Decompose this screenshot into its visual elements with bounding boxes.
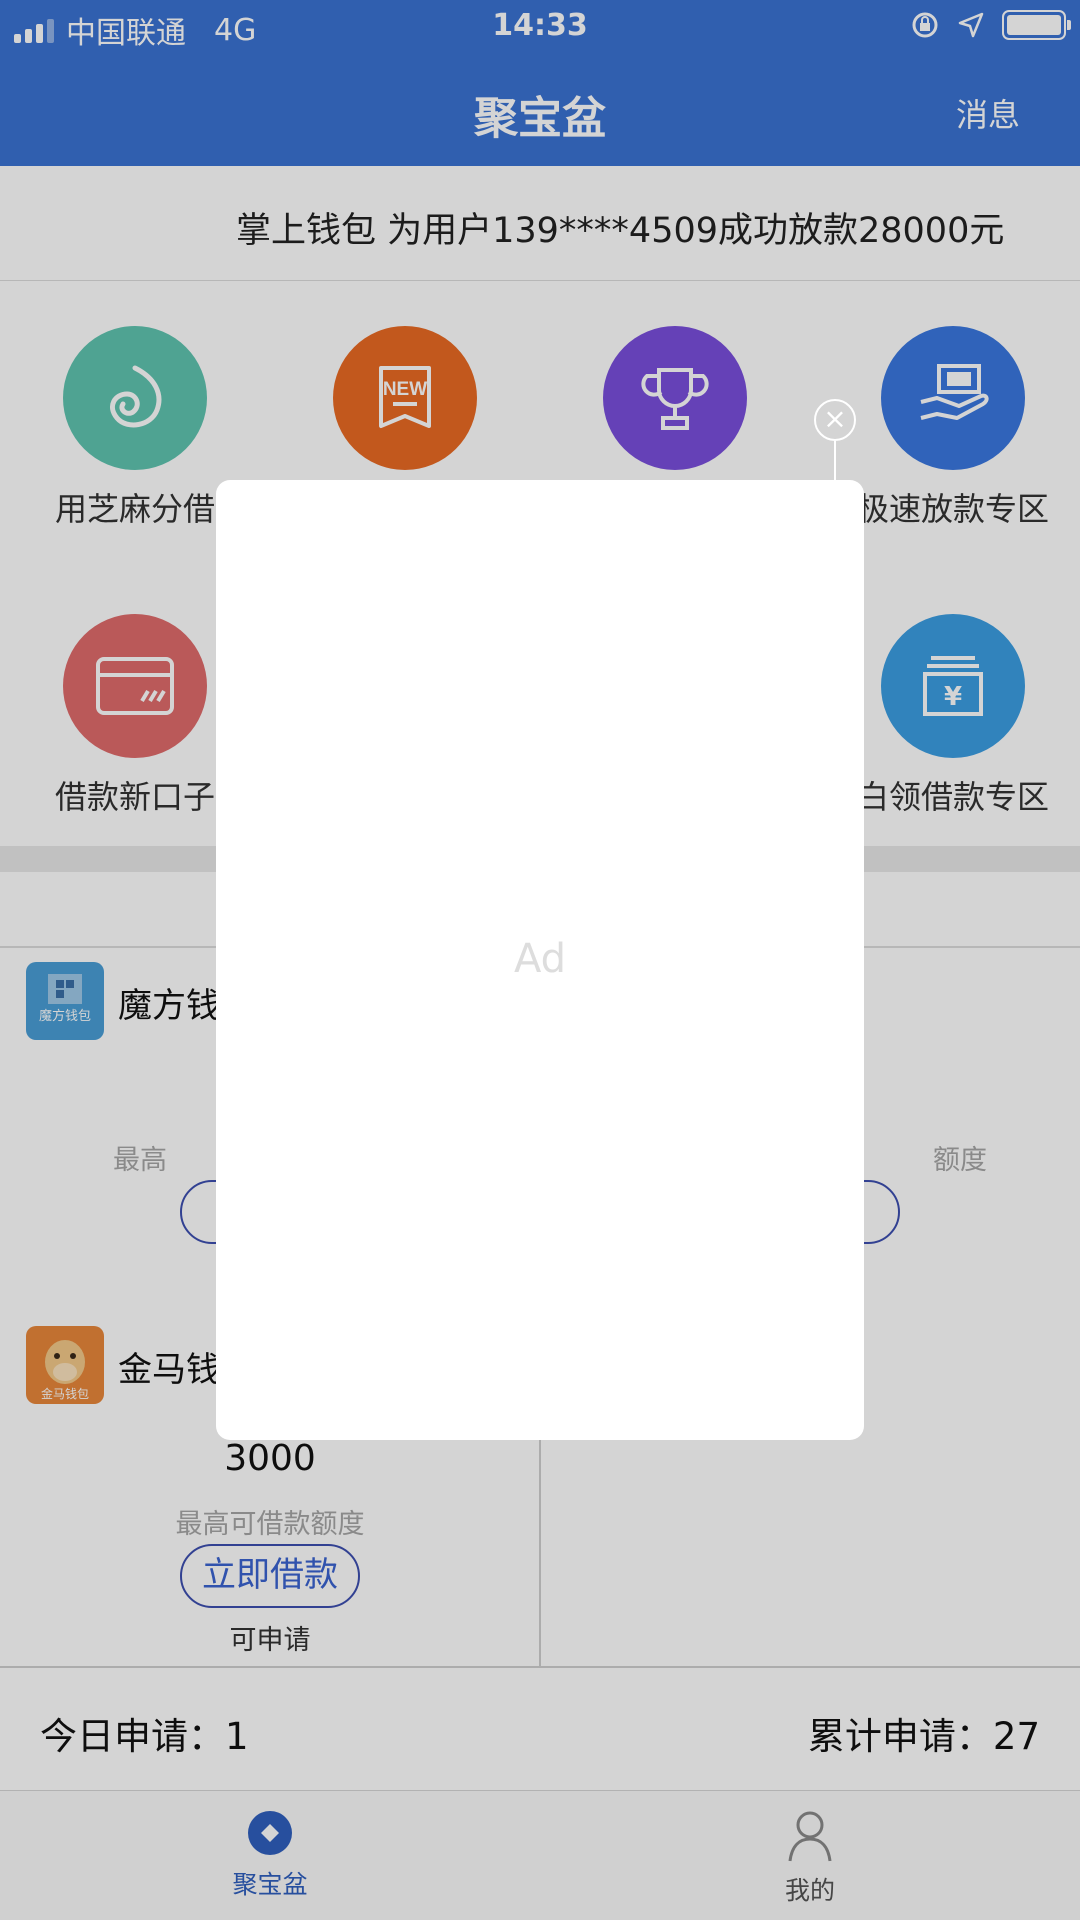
- modal-overlay[interactable]: × Ad: [0, 0, 1080, 1920]
- close-connector: [834, 441, 836, 481]
- ad-label: Ad: [513, 936, 567, 982]
- ad-popup[interactable]: Ad: [216, 480, 864, 1440]
- close-icon[interactable]: ×: [814, 399, 856, 441]
